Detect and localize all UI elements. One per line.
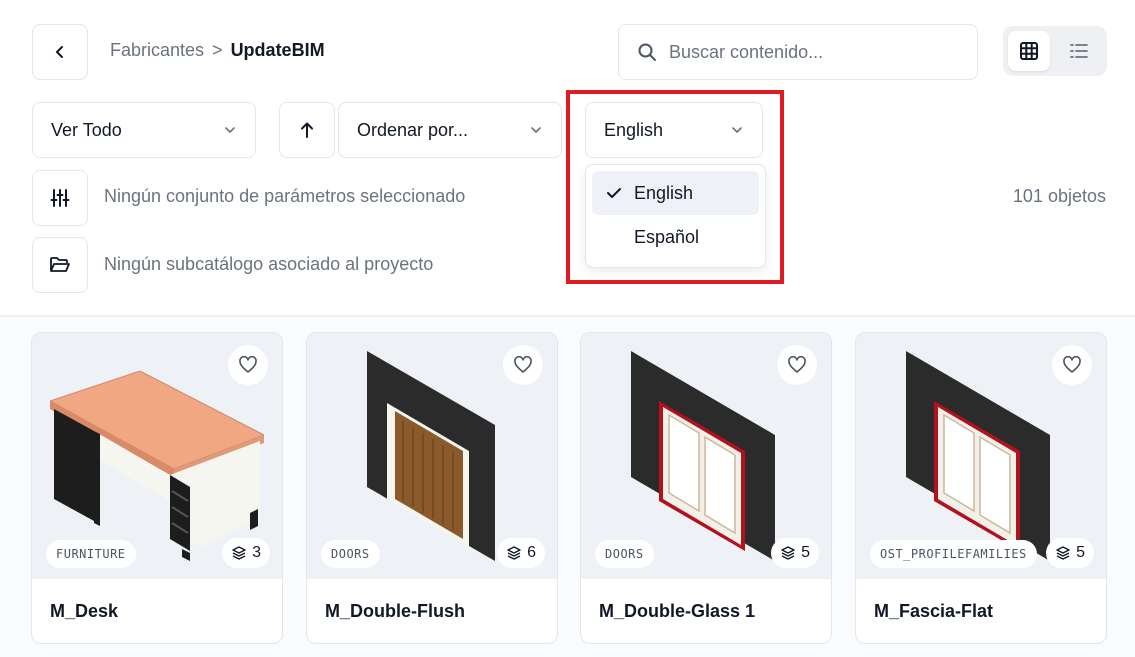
- parameters-status: Ningún conjunto de parámetros selecciona…: [104, 186, 466, 206]
- highlight-box: [566, 90, 784, 284]
- layers-count: 5: [1076, 544, 1085, 561]
- object-name: M_Desk: [50, 601, 119, 621]
- layers-icon: [507, 546, 521, 560]
- door-flush-icon: [367, 351, 495, 561]
- subcatalog-status: Ningún subcatálogo asociado al proyecto: [104, 254, 434, 274]
- layers-count: 3: [252, 544, 261, 561]
- heart-icon: [514, 356, 532, 373]
- folder-open-icon: [50, 257, 70, 272]
- layers-count: 5: [801, 544, 810, 561]
- object-thumbnail: OST_PROFILEFAMILIES 5: [856, 333, 1106, 579]
- sort-direction-button[interactable]: [279, 102, 335, 158]
- object-count: 101 objetos: [1012, 186, 1106, 206]
- breadcrumb-current: UpdateBIM: [230, 40, 325, 60]
- object-name: M_Fascia-Flat: [874, 601, 994, 621]
- search-icon: [638, 43, 656, 61]
- breadcrumb-separator: >: [212, 40, 223, 60]
- layers-badge: 3: [222, 538, 270, 568]
- desk-icon: [50, 370, 264, 561]
- object-card[interactable]: OST_PROFILEFAMILIES 5 M_Fascia-Flat: [855, 332, 1107, 644]
- layers-icon: [232, 546, 246, 560]
- arrow-up-icon: [301, 122, 313, 138]
- grid-icon: [1020, 42, 1038, 60]
- object-thumbnail: FURNITURE 3: [32, 333, 282, 579]
- parameters-button[interactable]: [32, 170, 88, 226]
- object-name: M_Double-Glass 1: [599, 601, 756, 621]
- order-by-label: Ordenar por...: [357, 119, 469, 140]
- layers-badge: 5: [771, 538, 819, 568]
- order-by-select[interactable]: Ordenar por...: [338, 102, 562, 158]
- object-thumbnail: DOORS 6: [307, 333, 557, 579]
- chevron-down-icon: [531, 127, 541, 133]
- layers-badge: 5: [1046, 538, 1094, 568]
- view-toggle: [1003, 26, 1107, 76]
- layers-count: 6: [527, 544, 536, 561]
- category-badge: DOORS: [595, 540, 654, 568]
- view-all-select[interactable]: Ver Todo: [32, 102, 256, 158]
- sliders-icon: [50, 189, 70, 207]
- chevron-left-icon: [56, 46, 63, 58]
- heart-icon: [239, 356, 257, 373]
- object-card[interactable]: FURNITURE 3 M_Desk: [31, 332, 283, 644]
- door-glass-icon: [631, 351, 775, 561]
- favorite-button[interactable]: [228, 345, 268, 385]
- category-badge: OST_PROFILEFAMILIES: [870, 540, 1037, 568]
- list-icon: [1070, 44, 1088, 58]
- layers-badge: 6: [497, 538, 545, 568]
- search-input[interactable]: [669, 41, 959, 63]
- layers-icon: [1056, 546, 1070, 560]
- object-card[interactable]: DOORS 6 M_Double-Flush: [306, 332, 558, 644]
- object-name: M_Double-Flush: [325, 601, 465, 621]
- favorite-button[interactable]: [1052, 345, 1092, 385]
- breadcrumb-parent[interactable]: Fabricantes: [110, 40, 204, 61]
- category-badge: FURNITURE: [46, 540, 136, 568]
- layers-icon: [781, 546, 795, 560]
- view-all-label: Ver Todo: [51, 119, 122, 140]
- back-button[interactable]: [32, 24, 88, 80]
- door-glass-icon: [906, 351, 1050, 561]
- heart-icon: [788, 356, 806, 373]
- category-badge: DOORS: [321, 540, 380, 568]
- favorite-button[interactable]: [777, 345, 817, 385]
- subcatalog-button[interactable]: [32, 237, 88, 293]
- chevron-down-icon: [225, 127, 235, 133]
- breadcrumb: Fabricantes > UpdateBIM: [110, 40, 325, 61]
- object-card[interactable]: DOORS 5 M_Double-Glass 1: [580, 332, 832, 644]
- grid-view-button[interactable]: [1008, 31, 1050, 71]
- list-view-button[interactable]: [1058, 31, 1100, 71]
- heart-icon: [1063, 356, 1081, 373]
- search-box[interactable]: [618, 24, 978, 80]
- favorite-button[interactable]: [503, 345, 543, 385]
- object-thumbnail: DOORS 5: [581, 333, 831, 579]
